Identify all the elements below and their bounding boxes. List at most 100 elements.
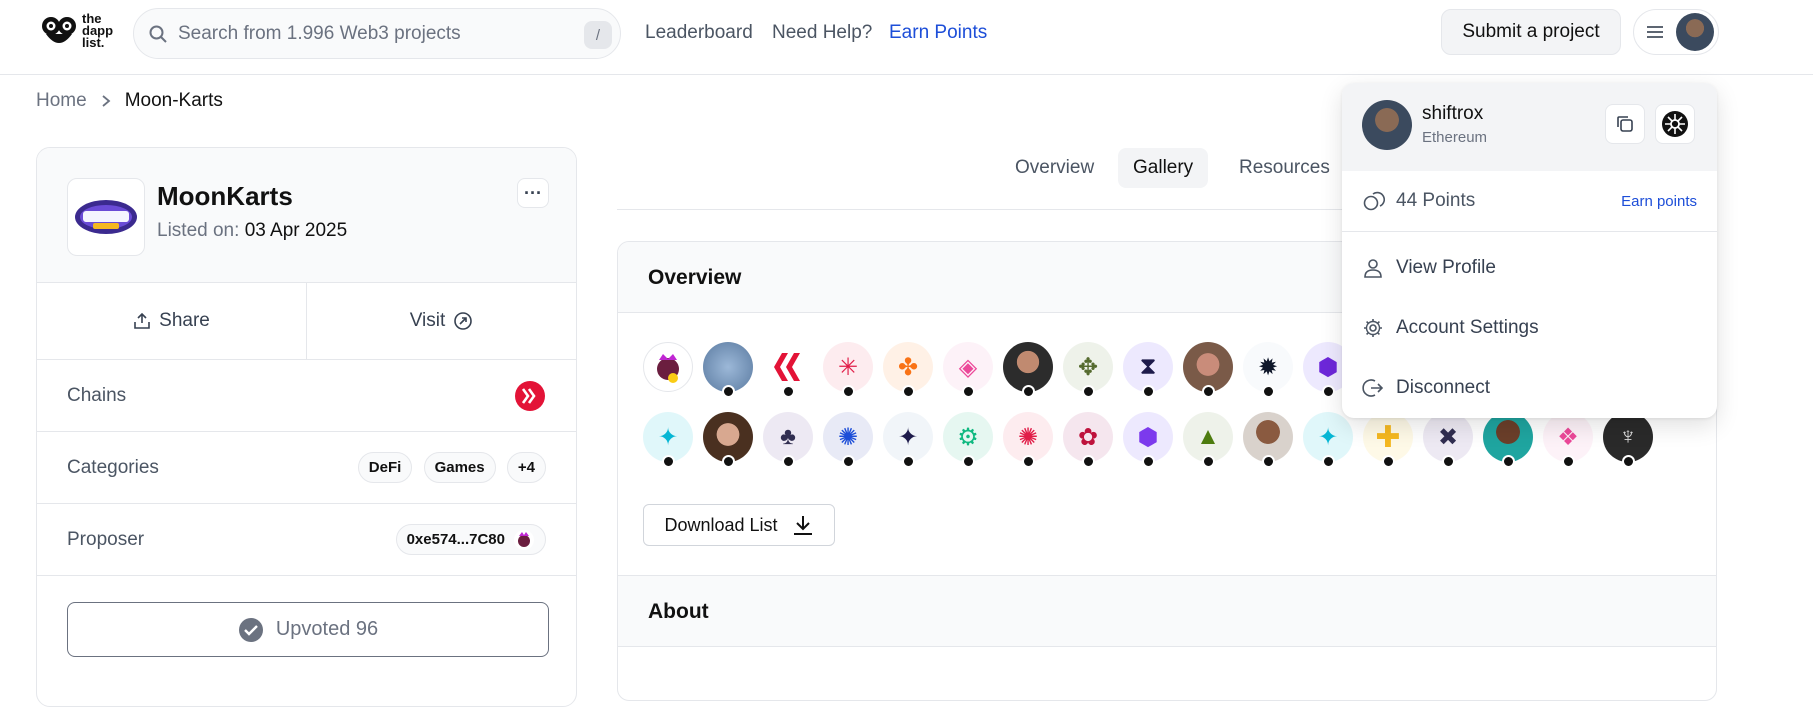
upvote-badge bbox=[1022, 385, 1035, 398]
proposer-row: Proposer 0xe574...7C80 bbox=[37, 504, 576, 576]
tab-overview[interactable]: Overview bbox=[1000, 148, 1109, 188]
upvoter-avatar[interactable]: ⚙ bbox=[943, 412, 993, 468]
hive-chain-icon[interactable] bbox=[514, 380, 546, 412]
upvoter-avatar[interactable]: ✦ bbox=[643, 412, 693, 468]
upvoter-avatar[interactable]: ⬢ bbox=[1123, 412, 1173, 468]
upvoter-avatar[interactable] bbox=[1003, 342, 1053, 398]
visit-button[interactable]: Visit bbox=[307, 283, 576, 359]
dropdown-user-section: shiftrox Ethereum bbox=[1342, 83, 1717, 171]
upvote-badge bbox=[1142, 385, 1155, 398]
category-pill-defi[interactable]: DeFi bbox=[357, 452, 413, 483]
upvoter-avatar[interactable] bbox=[763, 342, 813, 398]
upvote-badge bbox=[962, 455, 975, 468]
tab-resources[interactable]: Resources bbox=[1224, 148, 1345, 188]
upvoter-avatar[interactable] bbox=[1183, 342, 1233, 398]
upvote-badge bbox=[842, 385, 855, 398]
categories-row: Categories DeFi Games +4 bbox=[37, 432, 576, 504]
upvoter-avatar[interactable]: ✺ bbox=[823, 412, 873, 468]
upvoter-avatar[interactable]: ✹ bbox=[1243, 342, 1293, 398]
chains-row: Chains bbox=[37, 360, 576, 432]
upvoter-avatar[interactable]: ▲ bbox=[1183, 412, 1233, 468]
tab-gallery[interactable]: Gallery bbox=[1118, 148, 1209, 188]
upvoter-avatar[interactable] bbox=[703, 412, 753, 468]
upvoter-avatar[interactable]: ❖ bbox=[1543, 412, 1593, 468]
upvoter-avatar[interactable]: ✥ bbox=[1063, 342, 1113, 398]
upvoter-avatar[interactable]: ⧗ bbox=[1123, 342, 1173, 398]
dapp-list-logo[interactable]: the dapp list. bbox=[40, 12, 122, 50]
upvote-badge bbox=[1562, 455, 1575, 468]
upvoter-avatar[interactable]: ✦ bbox=[1303, 412, 1353, 468]
upvote-badge bbox=[1262, 455, 1275, 468]
project-name: MoonKarts bbox=[157, 181, 293, 211]
upvoter-avatar[interactable]: ✚ bbox=[1363, 412, 1413, 468]
logout-icon bbox=[1362, 379, 1384, 397]
upvoter-avatar[interactable] bbox=[1483, 412, 1533, 468]
breadcrumb-home[interactable]: Home bbox=[36, 90, 87, 112]
chains-label: Chains bbox=[67, 384, 127, 406]
network-icon bbox=[1662, 111, 1688, 137]
copy-icon bbox=[1617, 116, 1633, 132]
copy-address-button[interactable] bbox=[1605, 104, 1645, 144]
nav-need-help[interactable]: Need Help? bbox=[772, 22, 872, 44]
category-pill-games[interactable]: Games bbox=[423, 452, 496, 483]
menu-item-account-settings[interactable]: Account Settings bbox=[1342, 298, 1717, 358]
proposer-address-pill[interactable]: 0xe574...7C80 bbox=[395, 524, 546, 555]
upvoter-avatar[interactable]: ♣ bbox=[763, 412, 813, 468]
upvote-badge bbox=[1142, 455, 1155, 468]
download-list-label: Download List bbox=[664, 514, 778, 535]
category-more-pill[interactable]: +4 bbox=[506, 452, 546, 483]
user-avatar bbox=[1676, 13, 1714, 51]
visit-label: Visit bbox=[409, 310, 446, 331]
search-input[interactable]: Search from 1.996 Web3 projects bbox=[178, 23, 461, 45]
upvote-badge bbox=[722, 455, 735, 468]
upvote-badge bbox=[1202, 385, 1215, 398]
upvoter-avatar[interactable] bbox=[703, 342, 753, 398]
breadcrumb: Home Moon-Karts bbox=[36, 90, 223, 112]
menu-item-disconnect[interactable]: Disconnect bbox=[1342, 358, 1717, 418]
view-profile-label: View Profile bbox=[1396, 257, 1496, 278]
upvote-badge bbox=[1382, 455, 1395, 468]
project-actions: Share Visit bbox=[37, 283, 576, 360]
project-header: MoonKarts Listed on: 03 Apr 2025 ··· bbox=[37, 148, 576, 283]
upvoter-avatar[interactable]: ✤ bbox=[883, 342, 933, 398]
upvoter-avatar[interactable]: ✺ bbox=[1003, 412, 1053, 468]
submit-project-button[interactable]: Submit a project bbox=[1441, 9, 1621, 55]
search-icon bbox=[149, 25, 167, 43]
listed-label: Listed on: bbox=[157, 220, 240, 241]
user-menu-button[interactable] bbox=[1633, 9, 1719, 55]
upvote-badge bbox=[1022, 455, 1035, 468]
upvote-badge bbox=[1622, 455, 1635, 468]
upvote-badge bbox=[782, 455, 795, 468]
categories-label: Categories bbox=[67, 456, 159, 478]
nav-earn-points[interactable]: Earn Points bbox=[889, 22, 987, 44]
upvote-badge bbox=[782, 385, 795, 398]
proposer-avatar-icon bbox=[514, 529, 534, 550]
more-options-button[interactable]: ··· bbox=[517, 178, 549, 208]
upvote-badge bbox=[842, 455, 855, 468]
share-button[interactable]: Share bbox=[37, 283, 307, 359]
upvoter-avatar[interactable]: ✖ bbox=[1423, 412, 1473, 468]
upvoter-avatar[interactable] bbox=[1243, 412, 1293, 468]
hive-avatar-icon bbox=[774, 353, 800, 381]
user-icon bbox=[1364, 259, 1382, 278]
project-tabs: Overview Gallery Resources bbox=[617, 148, 1357, 210]
share-icon bbox=[134, 312, 150, 329]
download-list-button[interactable]: Download List bbox=[643, 504, 835, 546]
upvote-badge bbox=[1082, 385, 1095, 398]
upvoter-avatar[interactable]: ✿ bbox=[1063, 412, 1113, 468]
check-circle-icon bbox=[238, 617, 263, 642]
top-header: the dapp list. Search from 1.996 Web3 pr… bbox=[0, 0, 1813, 75]
upvoter-avatar[interactable] bbox=[643, 342, 693, 392]
nav-leaderboard[interactable]: Leaderboard bbox=[645, 22, 753, 44]
upvote-button[interactable]: Upvoted 96 bbox=[67, 602, 549, 657]
upvoter-avatar[interactable]: ✳ bbox=[823, 342, 873, 398]
search-bar[interactable]: Search from 1.996 Web3 projects / bbox=[133, 8, 621, 59]
network-button[interactable] bbox=[1655, 104, 1695, 144]
menu-item-view-profile[interactable]: View Profile bbox=[1342, 238, 1717, 298]
earn-points-link[interactable]: Earn points bbox=[1621, 193, 1697, 210]
moonkarts-logo-icon bbox=[75, 200, 137, 234]
upvote-badge bbox=[662, 455, 675, 468]
upvoter-avatar[interactable]: ◈ bbox=[943, 342, 993, 398]
upvoter-avatar[interactable]: ♆ bbox=[1603, 412, 1653, 468]
upvoter-avatar[interactable]: ✦ bbox=[883, 412, 933, 468]
